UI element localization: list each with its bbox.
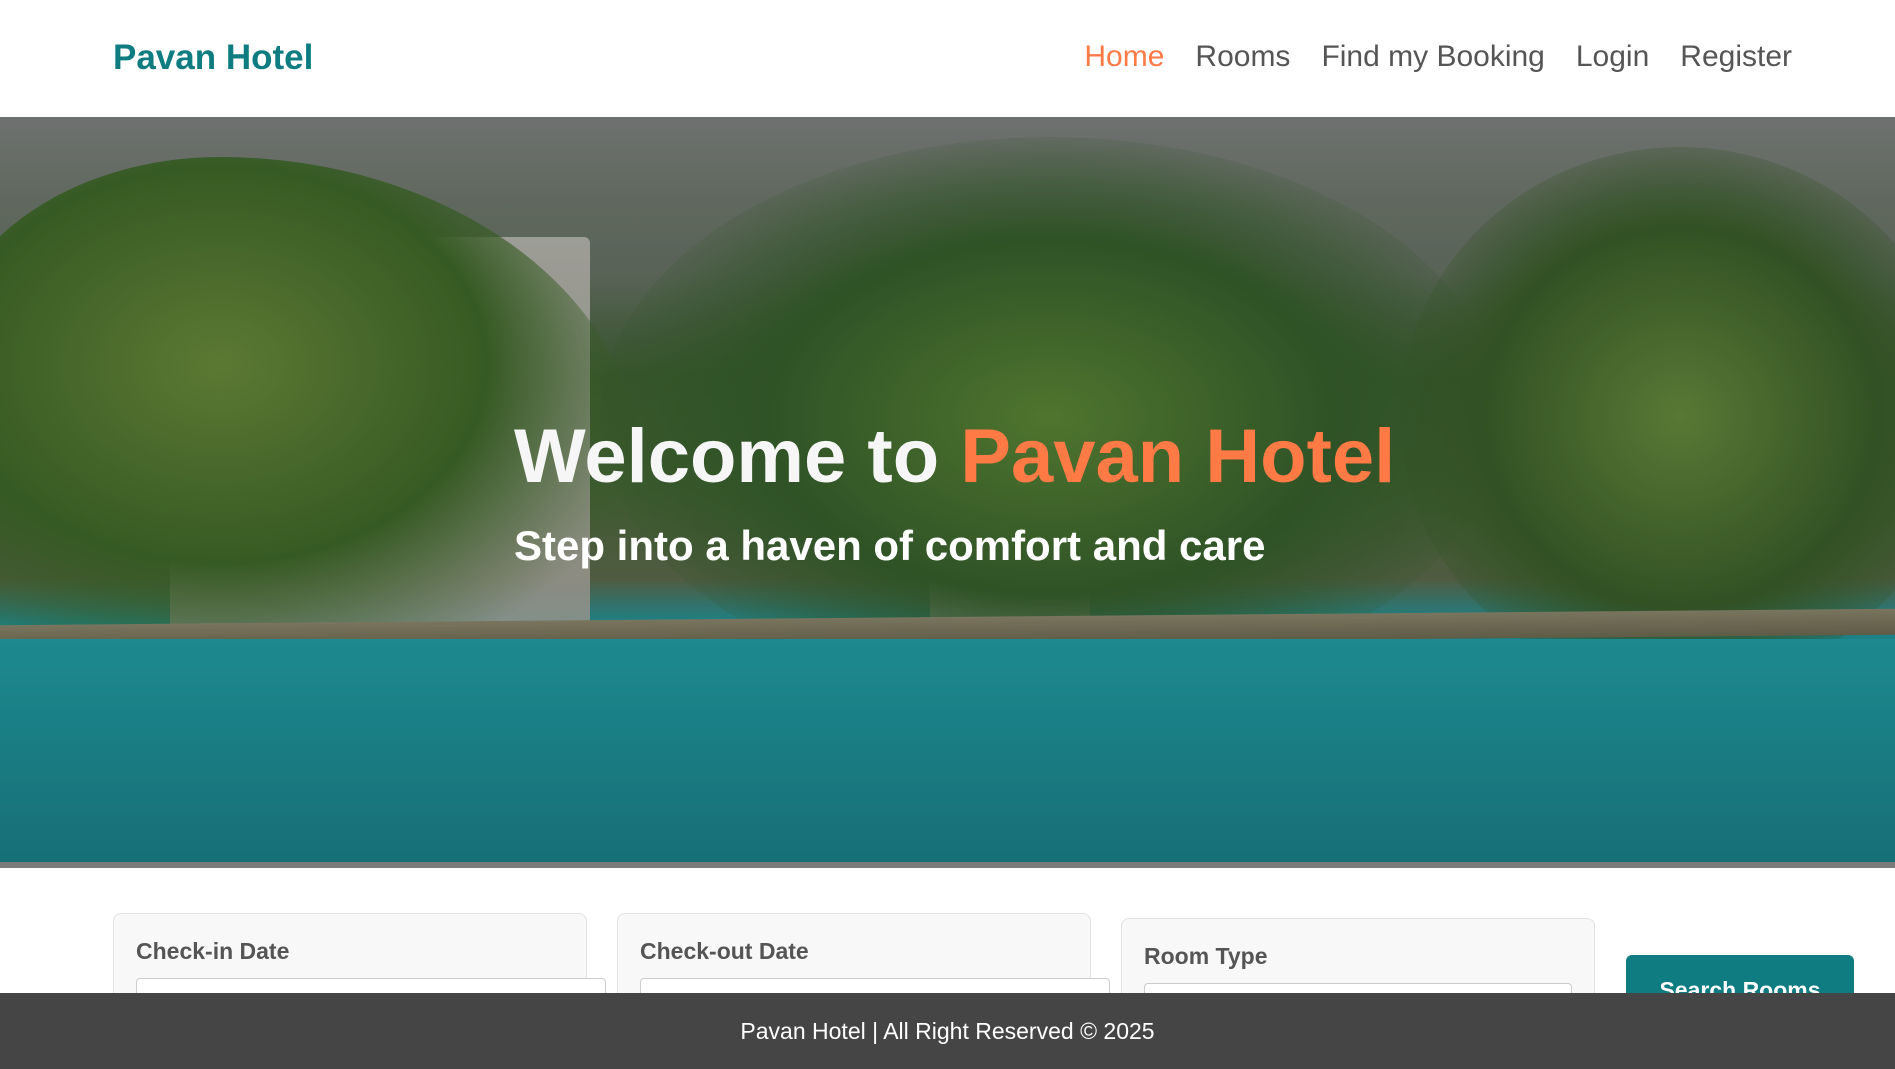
nav-home-link[interactable]: Home: [1084, 40, 1164, 74]
checkout-label: Check-out Date: [640, 938, 809, 964]
nav-login-link[interactable]: Login: [1576, 40, 1649, 74]
checkin-label: Check-in Date: [136, 938, 290, 964]
hero-title-accent: Pavan Hotel: [960, 414, 1396, 499]
site-header: Pavan Hotel Home Rooms Find my Booking L…: [0, 0, 1895, 117]
hero-subtitle: Step into a haven of comfort and care: [514, 522, 1266, 569]
room-type-label: Room Type: [1144, 943, 1268, 969]
main-nav: Home Rooms Find my Booking Login Registe…: [1053, 40, 1792, 74]
site-footer: Pavan Hotel | All Right Reserved © 2025: [0, 993, 1895, 1069]
nav-register-link[interactable]: Register: [1680, 40, 1792, 74]
site-logo[interactable]: Pavan Hotel: [113, 38, 313, 78]
hero-title: Welcome to Pavan Hotel: [514, 413, 1395, 500]
hero-banner: Welcome to Pavan Hotel Step into a haven…: [0, 117, 1895, 862]
footer-copyright: Pavan Hotel | All Right Reserved © 2025: [740, 1018, 1155, 1044]
nav-rooms-link[interactable]: Rooms: [1195, 40, 1290, 74]
hero-title-prefix: Welcome to: [514, 414, 961, 499]
booking-search-form: Check-in Date Check-out Date Room Type: [0, 868, 1895, 1038]
nav-find-booking-link[interactable]: Find my Booking: [1321, 40, 1544, 74]
